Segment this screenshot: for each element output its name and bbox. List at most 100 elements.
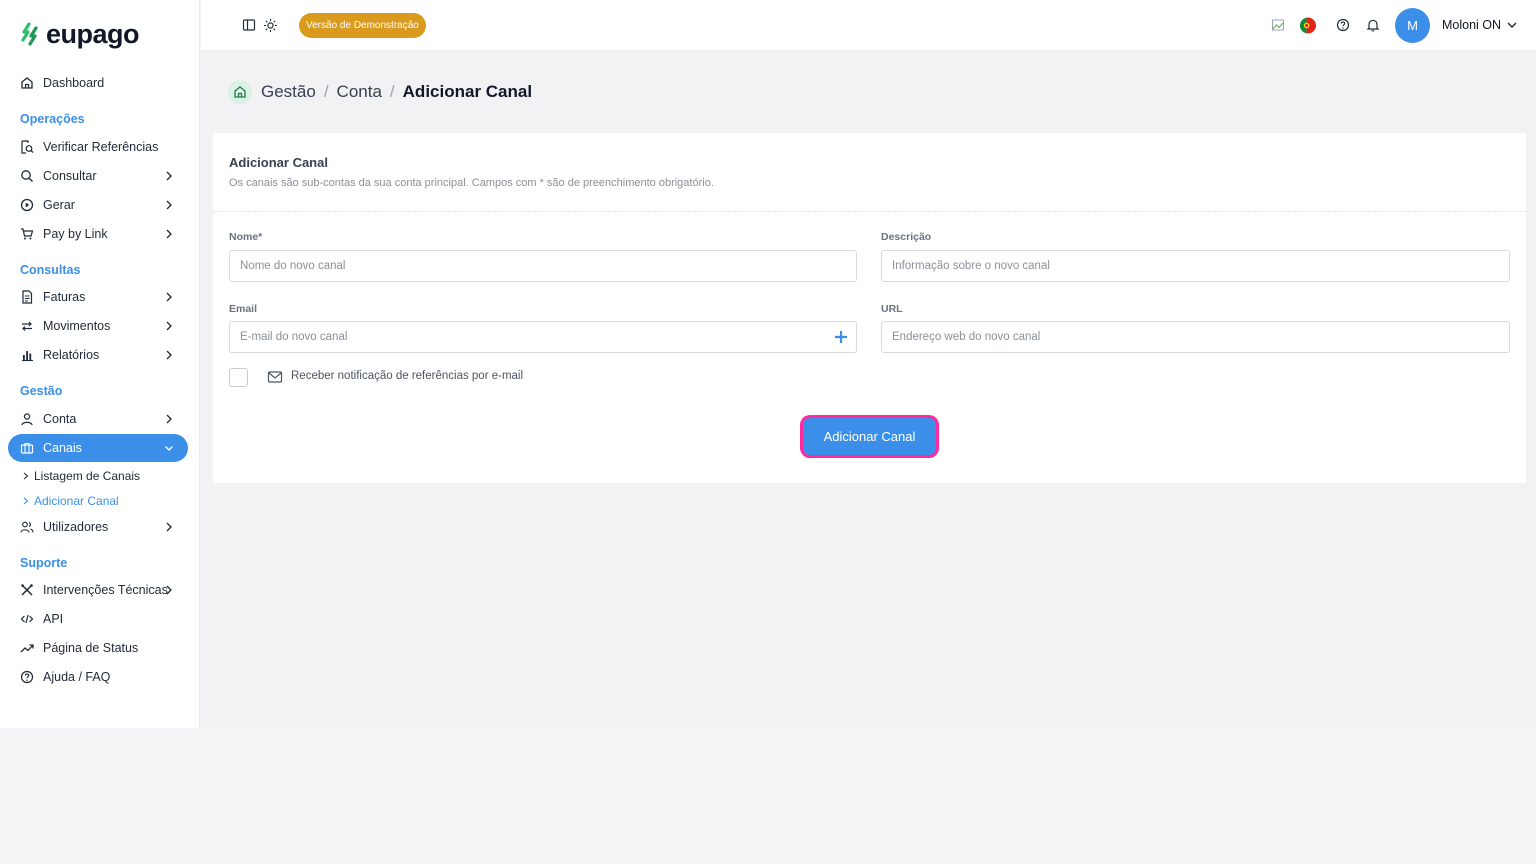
email-input[interactable]: [229, 321, 857, 353]
tools-icon: [20, 583, 34, 597]
user-icon: [20, 412, 34, 426]
sidebar-item-movimentos[interactable]: Movimentos: [8, 312, 188, 340]
user-menu[interactable]: Moloni ON: [1442, 18, 1518, 32]
name-input[interactable]: [229, 250, 857, 282]
sidebar-subitem-label: Listagem de Canais: [34, 469, 141, 483]
sidebar-item-label: Gerar: [43, 198, 75, 212]
sidebar-item-utilizadores[interactable]: Utilizadores: [8, 513, 188, 541]
avatar[interactable]: M: [1395, 8, 1430, 43]
sidebar-item-label: Utilizadores: [43, 520, 109, 534]
sidebar-item-label: Ajuda / FAQ: [43, 670, 111, 684]
add-channel-button[interactable]: Adicionar Canal: [803, 418, 936, 455]
sidebar-item-label: Página de Status: [43, 641, 139, 655]
sidebar-item-label: Canais: [43, 441, 82, 455]
sidebar-item-label: Faturas: [43, 290, 86, 304]
sidebar-item-dashboard[interactable]: Dashboard: [8, 69, 188, 97]
bar-chart-icon: [20, 348, 34, 362]
play-circle-icon: [20, 198, 34, 212]
email-notification-label: Receber notificação de referências por e…: [291, 370, 524, 382]
sidebar-item-intervencoes-tecnicas[interactable]: Intervenções Técnicas: [8, 576, 188, 604]
sidebar-item-gerar[interactable]: Gerar: [8, 191, 188, 219]
chevron-right-icon: [166, 522, 172, 532]
sidebar-item-conta[interactable]: Conta: [8, 405, 188, 433]
sidebar-item-label: Movimentos: [43, 319, 111, 333]
sidebar-item-faturas[interactable]: Faturas: [8, 283, 188, 311]
section-gestao: Gestão: [20, 384, 63, 398]
briefcase-icon: [20, 441, 34, 455]
help-icon[interactable]: [1335, 17, 1351, 33]
sidebar-item-label: Consultar: [43, 169, 97, 183]
trending-up-icon: [20, 641, 34, 655]
breadcrumb-separator: /: [323, 82, 329, 101]
chevron-right-small-icon: [23, 497, 29, 505]
portugal-flag-icon[interactable]: [1300, 17, 1316, 33]
sidebar-item-relatorios[interactable]: Relatórios: [8, 341, 188, 369]
divider: [213, 211, 1526, 212]
broken-image-icon: [1270, 17, 1286, 33]
section-consultas: Consultas: [20, 263, 81, 277]
sidebar-item-ajuda-faq[interactable]: Ajuda / FAQ: [8, 663, 188, 691]
cart-icon: [20, 227, 34, 241]
help-circle-icon: [20, 670, 34, 684]
add-email-button[interactable]: [831, 327, 851, 347]
sidebar-subitem-adicionar-canal[interactable]: Adicionar Canal: [22, 494, 119, 508]
sidebar-item-consultar[interactable]: Consultar: [8, 162, 188, 190]
chevron-right-icon: [166, 200, 172, 210]
breadcrumb-item-gestao[interactable]: Gestão: [261, 82, 316, 102]
sidebar-item-verificar-referencias[interactable]: Verificar Referências: [8, 133, 188, 161]
card-title: Adicionar Canal: [229, 155, 328, 170]
eupago-logo-icon: [21, 22, 38, 46]
breadcrumb-item-conta[interactable]: Conta: [337, 82, 382, 102]
chevron-right-icon: [166, 585, 172, 595]
chevron-right-icon: [166, 292, 172, 302]
empty-area: [0, 728, 1536, 864]
email-notification-checkbox[interactable]: [229, 368, 248, 387]
users-icon: [20, 520, 34, 534]
url-input[interactable]: [881, 321, 1510, 353]
sidebar-item-label: Relatórios: [43, 348, 100, 362]
sidebar-item-label: Conta: [43, 412, 77, 426]
sidebar-toggle-icon[interactable]: [241, 17, 257, 33]
sidebar-subitem-listagem-canais[interactable]: Listagem de Canais: [22, 469, 140, 483]
name-label: Nome*: [229, 231, 263, 243]
sidebar-item-label: Dashboard: [43, 76, 105, 90]
user-name: Moloni ON: [1442, 18, 1502, 32]
invoice-icon: [20, 290, 34, 304]
search-document-icon: [20, 140, 34, 154]
mail-icon: [267, 371, 283, 383]
code-icon: [20, 612, 34, 626]
app-window: eupago Dashboard Operações Verificar Ref…: [0, 0, 1536, 728]
breadcrumb: Gestão / Conta / Adicionar Canal: [228, 80, 532, 104]
sun-icon[interactable]: [262, 17, 278, 33]
card-subtitle: Os canais são sub-contas da sua conta pr…: [229, 177, 714, 189]
sidebar-item-api[interactable]: API: [8, 605, 188, 633]
sidebar-item-label: Intervenções Técnicas: [43, 583, 168, 597]
section-operacoes: Operações: [20, 112, 85, 126]
description-input[interactable]: [881, 250, 1510, 282]
chevron-down-icon: [1507, 22, 1517, 28]
chevron-right-icon: [166, 229, 172, 239]
chevron-right-icon: [166, 350, 172, 360]
sidebar-subitem-label: Adicionar Canal: [34, 494, 119, 508]
plus-icon: [835, 331, 847, 343]
demo-version-badge: Versão de Demonstração: [299, 13, 426, 38]
chevron-down-icon: [165, 446, 173, 451]
home-icon[interactable]: [228, 80, 252, 104]
sidebar-item-pay-by-link[interactable]: Pay by Link: [8, 220, 188, 248]
bell-icon[interactable]: [1365, 17, 1381, 33]
transfer-icon: [20, 319, 34, 333]
topbar: Versão de Demonstração M Moloni ON: [201, 0, 1536, 51]
sidebar: eupago Dashboard Operações Verificar Ref…: [0, 0, 200, 728]
sidebar-item-pagina-status[interactable]: Página de Status: [8, 634, 188, 662]
sidebar-item-label: API: [43, 612, 64, 626]
email-label: Email: [229, 303, 258, 315]
logo-text: eupago: [46, 18, 140, 49]
sidebar-item-canais[interactable]: Canais: [8, 434, 188, 462]
home-icon: [20, 76, 34, 90]
chevron-right-icon: [166, 414, 172, 424]
eupago-logo[interactable]: eupago: [20, 18, 140, 50]
chevron-right-small-icon: [23, 472, 29, 480]
breadcrumb-current: Adicionar Canal: [402, 82, 533, 101]
breadcrumb-separator: /: [389, 82, 395, 101]
section-suporte: Suporte: [20, 556, 68, 570]
